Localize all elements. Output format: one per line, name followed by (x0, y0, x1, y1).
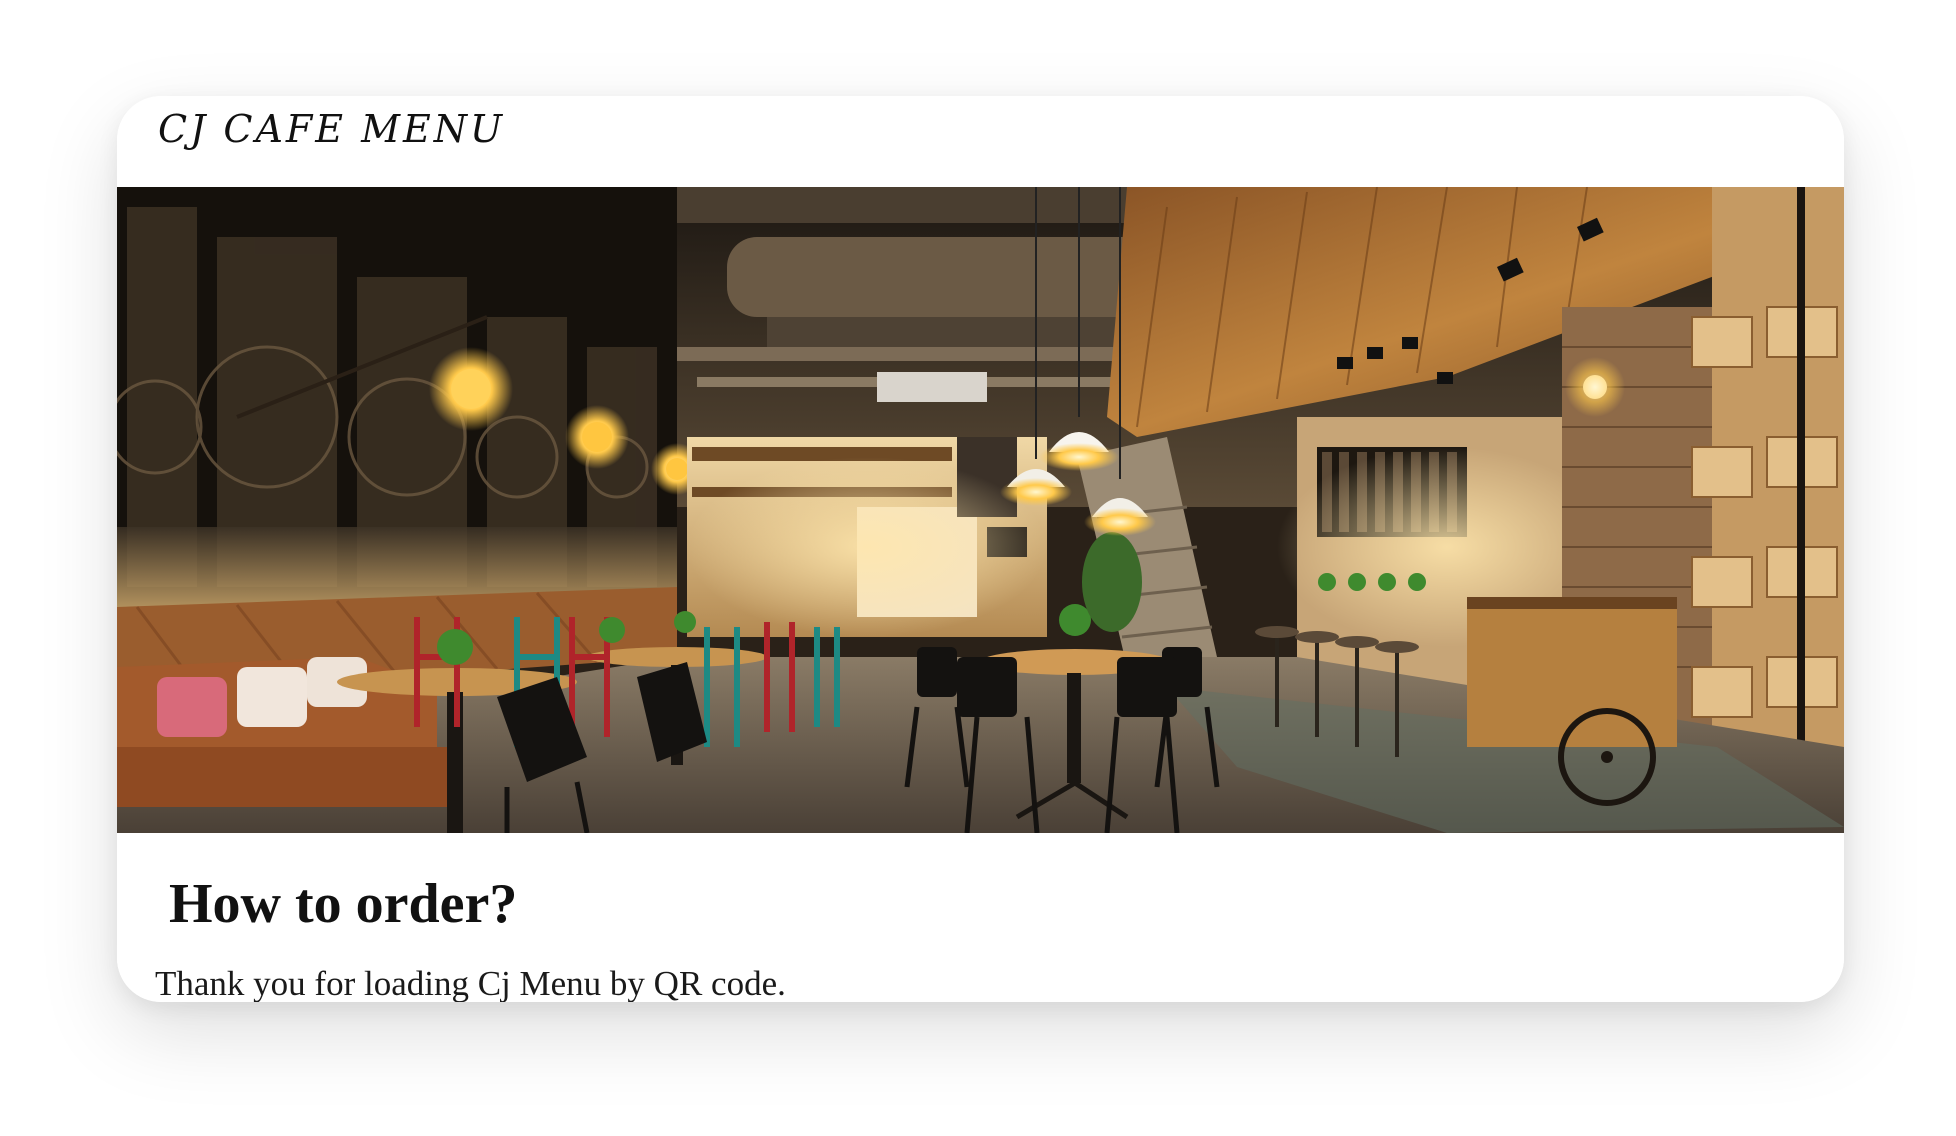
screen: CJ CAFE MENU How to order? Thank you for… (0, 0, 1956, 1136)
order-info-section: How to order? Thank you for loading Cj M… (117, 833, 1844, 1002)
hero-image (117, 187, 1844, 833)
order-heading: How to order? (169, 873, 518, 935)
menu-card: CJ CAFE MENU How to order? Thank you for… (117, 96, 1844, 1002)
order-intro-text: Thank you for loading Cj Menu by QR code… (155, 964, 786, 1002)
app-header: CJ CAFE MENU (117, 96, 1844, 187)
cafe-interior-image (117, 187, 1844, 833)
brand-title: CJ CAFE MENU (158, 107, 506, 151)
